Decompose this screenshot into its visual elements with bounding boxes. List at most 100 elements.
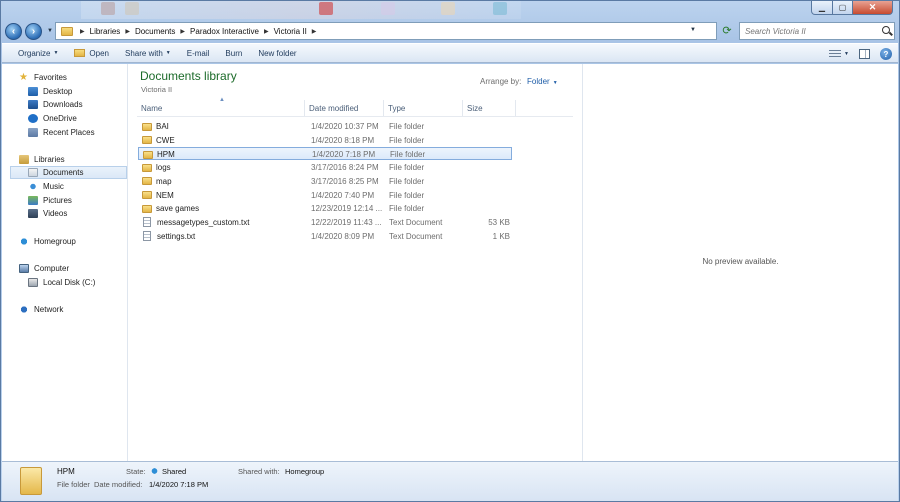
shared-icon bbox=[150, 467, 159, 475]
file-row[interactable]: map 3/17/2016 8:25 PM File folder bbox=[138, 175, 512, 188]
file-date-cell: 1/4/2020 8:09 PM bbox=[311, 231, 375, 241]
open-folder-icon bbox=[74, 49, 86, 57]
search-box[interactable] bbox=[739, 22, 895, 40]
nav-videos[interactable]: Videos bbox=[28, 207, 67, 220]
folder-icon bbox=[142, 136, 152, 145]
address-dropdown[interactable]: ▼ bbox=[690, 27, 696, 33]
share-with-button[interactable]: Share with ▼ bbox=[117, 45, 179, 61]
forward-button[interactable]: › bbox=[25, 23, 42, 40]
file-size-cell bbox=[463, 189, 510, 202]
file-type-cell: File folder bbox=[389, 163, 425, 173]
nav-libraries[interactable]: Libraries bbox=[19, 153, 65, 166]
file-date-cell: 1/4/2020 10:37 PM bbox=[311, 122, 379, 131]
file-size-cell: 53 KB bbox=[488, 217, 510, 227]
file-name: save games bbox=[156, 204, 200, 214]
file-row[interactable]: BAI 1/4/2020 10:37 PM File folder bbox=[138, 120, 512, 133]
nav-documents[interactable]: Documents bbox=[10, 166, 127, 179]
crumb-separator-icon[interactable]: ▶ bbox=[77, 28, 88, 35]
file-type-cell: File folder bbox=[389, 190, 425, 200]
file-size-cell bbox=[463, 202, 510, 215]
crumb-separator-icon[interactable]: ▶ bbox=[261, 28, 272, 35]
nav-recent-places[interactable]: Recent Places bbox=[28, 126, 95, 139]
search-input[interactable] bbox=[740, 26, 875, 36]
file-row[interactable]: messagetypes_custom.txt 12/22/2019 11:43 … bbox=[138, 216, 512, 229]
computer-icon bbox=[19, 264, 29, 273]
breadcrumb-victoria-ii[interactable]: Victoria II bbox=[272, 23, 309, 39]
file-row[interactable]: CWE 1/4/2020 8:18 PM File folder bbox=[138, 134, 512, 147]
preview-pane-icon[interactable] bbox=[859, 49, 870, 59]
column-header-name[interactable]: Name bbox=[137, 100, 305, 116]
maximize-button[interactable]: ▢ bbox=[833, 1, 853, 15]
file-name: BAI bbox=[156, 122, 169, 131]
file-date-cell: 3/17/2016 8:24 PM bbox=[311, 163, 379, 173]
file-name-cell: messagetypes_custom.txt bbox=[142, 216, 302, 229]
chevron-down-icon: ▼ bbox=[165, 50, 171, 56]
nav-music[interactable]: Music bbox=[28, 180, 64, 193]
column-header-date[interactable]: Date modified bbox=[305, 100, 384, 116]
nav-pictures[interactable]: Pictures bbox=[28, 194, 72, 207]
refresh-icon[interactable]: ⟳ bbox=[719, 24, 735, 38]
file-size-cell bbox=[464, 148, 511, 161]
back-button[interactable]: ‹ bbox=[5, 23, 22, 40]
file-row[interactable]: logs 3/17/2016 8:24 PM File folder bbox=[138, 161, 512, 174]
minimize-button[interactable]: ▁ bbox=[811, 1, 833, 15]
column-header-type[interactable]: Type bbox=[384, 100, 463, 116]
search-icon[interactable] bbox=[882, 26, 890, 34]
crumb-separator-icon[interactable]: ▶ bbox=[122, 28, 133, 35]
file-name: NEM bbox=[156, 190, 174, 200]
file-type-cell: Text Document bbox=[389, 217, 443, 227]
address-bar[interactable]: ▶ Libraries ▶ Documents ▶ Paradox Intera… bbox=[55, 22, 717, 40]
chevron-down-icon: ▼ bbox=[53, 50, 59, 56]
crumb-separator-icon[interactable]: ▶ bbox=[309, 28, 320, 35]
file-size-cell bbox=[463, 134, 510, 147]
breadcrumb-paradox-interactive[interactable]: Paradox Interactive bbox=[188, 23, 261, 39]
column-header-size[interactable]: Size bbox=[463, 100, 516, 116]
documents-icon bbox=[28, 168, 38, 177]
new-folder-button[interactable]: New folder bbox=[250, 45, 304, 61]
file-row[interactable]: save games 12/23/2019 12:14 ... File folde… bbox=[138, 202, 512, 215]
help-icon[interactable]: ? bbox=[880, 48, 892, 60]
close-button[interactable]: ✕ bbox=[853, 1, 893, 15]
arrange-by-dropdown[interactable]: Folder ▼ bbox=[527, 77, 558, 86]
file-size-cell bbox=[463, 120, 510, 133]
arrange-by-value: Folder bbox=[527, 77, 550, 86]
open-button[interactable]: Open bbox=[66, 45, 117, 61]
file-row[interactable]: NEM 1/4/2020 7:40 PM File folder bbox=[138, 189, 512, 202]
nav-desktop[interactable]: Desktop bbox=[28, 85, 72, 98]
file-row[interactable]: HPM 1/4/2020 7:18 PM File folder bbox=[138, 147, 512, 161]
file-name: map bbox=[156, 176, 172, 186]
burn-button[interactable]: Burn bbox=[217, 45, 250, 61]
nav-label: Music bbox=[43, 182, 64, 191]
file-name-cell: HPM bbox=[143, 148, 303, 161]
details-date-value: 1/4/2020 7:18 PM bbox=[149, 480, 209, 489]
recent-places-icon bbox=[28, 128, 38, 137]
email-button[interactable]: E-mail bbox=[179, 45, 218, 61]
text-file-icon bbox=[143, 231, 151, 242]
nav-label: Pictures bbox=[43, 196, 72, 205]
nav-network[interactable]: Network bbox=[19, 303, 63, 316]
crumb-separator-icon[interactable]: ▶ bbox=[177, 28, 188, 35]
file-date-cell: 3/17/2016 8:25 PM bbox=[311, 176, 379, 186]
file-row[interactable]: settings.txt 1/4/2020 8:09 PM Text Documen… bbox=[138, 230, 512, 243]
libraries-icon bbox=[19, 155, 29, 164]
main-area: ★ Favorites Desktop Downloads OneDrive Re… bbox=[2, 64, 898, 461]
details-pane: HPM File folder State: Shared Shared wit… bbox=[2, 461, 898, 501]
nav-label: Recent Places bbox=[43, 128, 95, 137]
file-name: settings.txt bbox=[157, 231, 196, 241]
nav-local-disk[interactable]: Local Disk (C:) bbox=[28, 276, 95, 289]
change-view-icon[interactable] bbox=[829, 49, 842, 59]
recent-pages-dropdown[interactable]: ▼ bbox=[47, 28, 53, 34]
file-name-cell: BAI bbox=[142, 120, 302, 133]
breadcrumb-libraries[interactable]: Libraries bbox=[88, 23, 123, 39]
nav-label: Libraries bbox=[34, 155, 65, 164]
organize-button[interactable]: Organize ▼ bbox=[10, 45, 66, 61]
nav-favorites[interactable]: ★ Favorites bbox=[19, 71, 67, 84]
details-shared-with-label: Shared with: bbox=[238, 467, 280, 476]
nav-computer[interactable]: Computer bbox=[19, 262, 69, 275]
more-options-icon[interactable]: ▼ bbox=[844, 51, 849, 57]
nav-downloads[interactable]: Downloads bbox=[28, 98, 83, 111]
nav-onedrive[interactable]: OneDrive bbox=[28, 112, 77, 125]
breadcrumb-documents[interactable]: Documents bbox=[133, 23, 177, 39]
nav-homegroup[interactable]: Homegroup bbox=[19, 235, 76, 248]
preview-pane: No preview available. bbox=[582, 64, 898, 461]
